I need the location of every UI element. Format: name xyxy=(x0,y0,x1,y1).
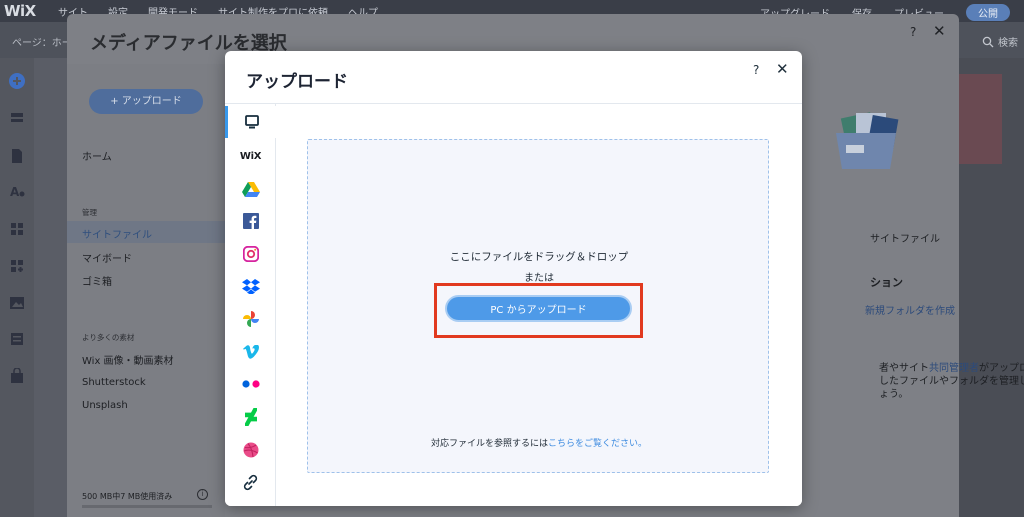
google-drive-icon xyxy=(241,182,260,197)
supported-files-note: 対応ファイルを参照するにはこちらをご覧ください。 xyxy=(308,436,770,449)
right-section-heading: ション xyxy=(870,276,903,289)
desc-line1-pre: 者やサイト xyxy=(879,363,929,374)
source-vimeo[interactable] xyxy=(225,336,276,368)
media-right-panel: サイトファイル ション 新規フォルダを作成 者やサイト共同管理者がアップロ した… xyxy=(800,64,1024,517)
upload-modal-title: アップロード xyxy=(246,72,348,92)
drop-or-label: または xyxy=(524,273,554,284)
editor-search[interactable]: 検索 xyxy=(982,34,1018,49)
deviantart-icon xyxy=(244,408,257,426)
source-google-drive[interactable] xyxy=(225,173,276,205)
supported-files-text: 対応ファイルを参照するには xyxy=(430,439,548,449)
menus-icon[interactable] xyxy=(9,110,25,126)
source-flickr[interactable] xyxy=(225,368,276,400)
new-folder-link[interactable]: 新規フォルダを作成 xyxy=(865,302,955,317)
modal-help-icon[interactable]: ? xyxy=(753,63,759,77)
upload-from-pc-button[interactable]: PC からアップロード xyxy=(445,295,632,322)
help-icon[interactable]: ? xyxy=(910,25,916,39)
sidebar-header-manage: 管理 xyxy=(82,208,97,217)
sidebar-item-trash[interactable]: ゴミ箱 xyxy=(82,273,112,288)
upload-drop-area: ここにファイルをドラッグ＆ドロップ または PC からアップロード 対応ファイル… xyxy=(276,104,802,506)
media-icon[interactable] xyxy=(9,295,25,311)
close-icon[interactable]: ✕ xyxy=(933,22,946,40)
sidebar-header-more: より多くの素材 xyxy=(82,333,135,342)
source-link[interactable] xyxy=(225,466,276,498)
storage-bar xyxy=(82,505,212,508)
source-google-photos[interactable] xyxy=(225,303,276,335)
right-description: 者やサイト共同管理者がアップロ したファイルやフォルダを管理し ょう。 xyxy=(879,362,1024,401)
folder-illustration-icon xyxy=(836,112,899,169)
sidebar-item-wix-media[interactable]: Wix 画像・動画素材 xyxy=(82,352,174,367)
apps-icon[interactable] xyxy=(9,221,25,237)
add-icon[interactable] xyxy=(9,73,25,89)
upload-modal-body: WiX ここにファイルをドラッグ＆ドロップ または PC からアップロード 対応… xyxy=(225,103,802,506)
editor-left-toolbar: A xyxy=(0,58,34,517)
svg-text:A: A xyxy=(10,185,20,199)
facebook-icon xyxy=(242,213,259,229)
drop-zone[interactable]: ここにファイルをドラッグ＆ドロップ または PC からアップロード 対応ファイル… xyxy=(307,139,769,473)
co-admin-link[interactable]: 共同管理者 xyxy=(929,363,979,374)
dropbox-icon xyxy=(241,279,260,294)
media-sidebar: + アップロード ホーム 管理 サイトファイル マイボード ゴミ箱 より多くの素… xyxy=(67,64,225,517)
supported-files-link[interactable]: こちらをご覧ください。 xyxy=(548,439,647,449)
dribbble-icon xyxy=(243,442,258,458)
storage-usage: 500 MB中7 MB使用済み xyxy=(82,492,173,501)
instagram-icon xyxy=(242,246,259,262)
wix-logo-icon: WiX xyxy=(239,150,262,162)
source-instagram[interactable] xyxy=(225,238,276,270)
sidebar-item-shutterstock[interactable]: Shutterstock xyxy=(82,377,146,388)
upload-modal: アップロード ? ✕ WiX ここにファイルをドラッグ＆ドロップ または PC … xyxy=(225,51,802,506)
publish-button[interactable]: 公開 xyxy=(966,4,1010,21)
desc-line3: ょう。 xyxy=(879,389,909,400)
sidebar-item-site-files[interactable]: サイトファイル xyxy=(82,226,152,241)
store-icon[interactable] xyxy=(9,368,25,384)
desc-line1-post: がアップロ xyxy=(979,363,1024,374)
source-facebook[interactable] xyxy=(225,205,276,237)
info-icon[interactable]: i xyxy=(197,489,208,500)
source-my-computer[interactable] xyxy=(225,106,276,138)
blog-icon[interactable] xyxy=(9,331,25,347)
search-icon xyxy=(982,36,994,47)
flickr-icon xyxy=(241,380,260,388)
monitor-icon xyxy=(245,115,259,129)
source-dribbble[interactable] xyxy=(225,434,276,466)
upload-source-rail: WiX xyxy=(225,104,276,506)
modal-close-icon[interactable]: ✕ xyxy=(776,60,789,78)
source-wix[interactable]: WiX xyxy=(225,140,276,172)
theme-icon[interactable]: A xyxy=(9,183,25,199)
vimeo-icon xyxy=(242,345,259,359)
drop-instruction: ここにファイルをドラッグ＆ドロップ xyxy=(449,251,629,263)
canvas-strip xyxy=(958,74,1002,164)
sidebar-item-my-boards[interactable]: マイボード xyxy=(82,250,132,265)
sidebar-item-home[interactable]: ホーム xyxy=(82,148,112,163)
google-photos-icon xyxy=(242,311,259,327)
sidebar-item-unsplash[interactable]: Unsplash xyxy=(82,400,128,411)
pages-icon[interactable] xyxy=(9,148,25,164)
wix-logo: WiX xyxy=(4,2,36,20)
source-deviantart[interactable] xyxy=(225,401,276,433)
app-market-icon[interactable] xyxy=(9,258,25,274)
search-label: 検索 xyxy=(998,38,1018,49)
right-site-files-label: サイトファイル xyxy=(870,234,940,245)
source-dropbox[interactable] xyxy=(225,270,276,302)
editor-canvas-edge xyxy=(958,58,1024,517)
link-icon xyxy=(243,474,258,490)
desc-line2: したファイルやフォルダを管理し xyxy=(879,376,1024,387)
media-upload-button[interactable]: + アップロード xyxy=(89,89,203,114)
